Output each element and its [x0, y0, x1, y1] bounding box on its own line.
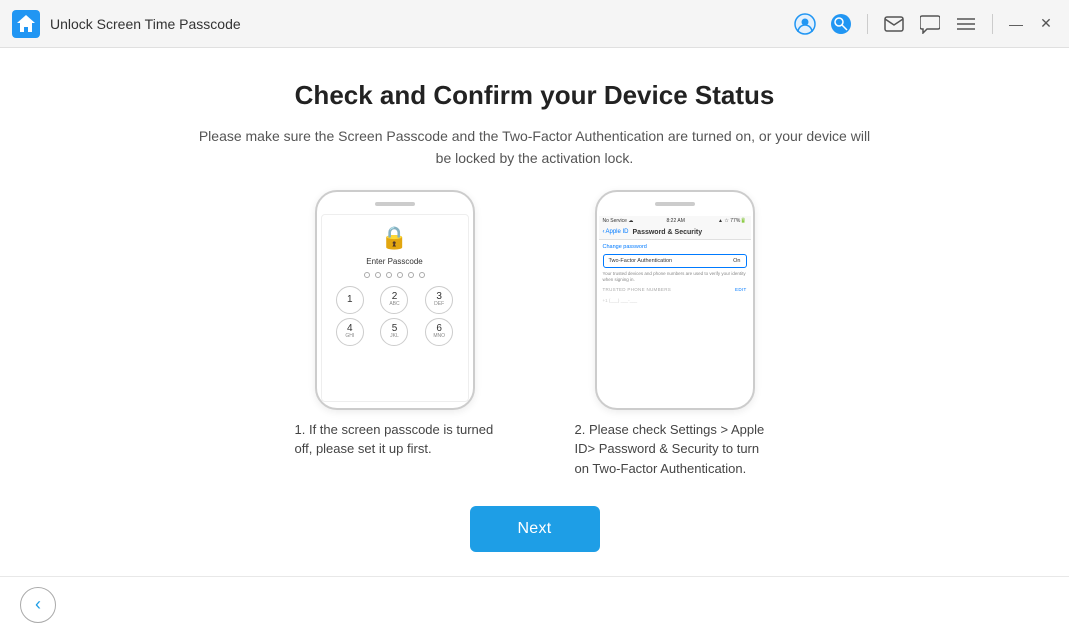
app-icon	[12, 10, 40, 38]
close-button[interactable]: ✕	[1035, 13, 1057, 35]
titlebar-title: Unlock Screen Time Passcode	[50, 16, 791, 32]
back-link: ‹ Apple ID	[603, 229, 629, 235]
separator2	[992, 14, 993, 34]
edit-link: Edit	[735, 287, 746, 292]
separator	[867, 14, 868, 34]
illustrations: 🔒 Enter Passcode 1 2ABC 3DEF 4	[295, 190, 775, 479]
change-password-link: Change password	[603, 244, 747, 250]
mail-button[interactable]	[880, 10, 908, 38]
back-arrow-icon: ‹	[35, 594, 41, 615]
user-account-button[interactable]	[791, 10, 819, 38]
status-center: 8:22 AM	[667, 218, 685, 224]
settings-desc: Your trusted devices and phone numbers a…	[603, 271, 747, 284]
desc-text-2: 2. Please check Settings > Apple ID> Pas…	[575, 420, 775, 479]
main-content: Check and Confirm your Device Status Ple…	[0, 48, 1069, 576]
key-2: 2ABC	[380, 286, 408, 314]
key-6: 6MNO	[425, 318, 453, 346]
settings-status-bar: No Service ☁ 8:22 AM ▲ ☆ 77%🔋	[599, 216, 751, 226]
phone-speaker-settings	[655, 202, 695, 206]
bottom-bar: ‹	[0, 576, 1069, 632]
back-link-text: Apple ID	[606, 229, 629, 235]
dot-1	[364, 272, 370, 278]
phone-frame-settings: No Service ☁ 8:22 AM ▲ ☆ 77%🔋 ‹ Apple ID…	[595, 190, 755, 410]
settings-screen: No Service ☁ 8:22 AM ▲ ☆ 77%🔋 ‹ Apple ID…	[599, 216, 751, 404]
keypad: 1 2ABC 3DEF 4GHI 5JKL 6MNO	[330, 286, 460, 346]
passcode-illustration: 🔒 Enter Passcode 1 2ABC 3DEF 4	[295, 190, 495, 459]
key-5: 5JKL	[380, 318, 408, 346]
page-heading: Check and Confirm your Device Status	[295, 80, 775, 111]
enter-passcode-text: Enter Passcode	[366, 257, 422, 266]
phone-frame-passcode: 🔒 Enter Passcode 1 2ABC 3DEF 4	[315, 190, 475, 410]
desc-text-1: 1. If the screen passcode is turned off,…	[295, 420, 495, 459]
minimize-button[interactable]: —	[1005, 13, 1027, 35]
menu-button[interactable]	[952, 10, 980, 38]
phone-placeholder: +1 (___) ___-___	[603, 298, 747, 304]
status-left: No Service ☁	[603, 218, 634, 224]
status-right: ▲ ☆ 77%🔋	[718, 218, 746, 224]
key-1: 1	[336, 286, 364, 314]
two-factor-value: On	[733, 258, 740, 264]
two-factor-row: Two-Factor Authentication On	[603, 254, 747, 268]
settings-illustration: No Service ☁ 8:22 AM ▲ ☆ 77%🔋 ‹ Apple ID…	[575, 190, 775, 479]
key-3: 3DEF	[425, 286, 453, 314]
dot-4	[397, 272, 403, 278]
back-circle-button[interactable]: ‹	[20, 587, 56, 623]
key-4: 4GHI	[336, 318, 364, 346]
next-button[interactable]: Next	[470, 506, 600, 552]
phone-screen-passcode: 🔒 Enter Passcode 1 2ABC 3DEF 4	[321, 214, 469, 402]
dot-3	[386, 272, 392, 278]
titlebar: Unlock Screen Time Passcode	[0, 0, 1069, 48]
settings-body: Change password Two-Factor Authenticatio…	[599, 240, 751, 309]
next-btn-container: Next	[60, 506, 1009, 552]
dot-6	[419, 272, 425, 278]
titlebar-actions: — ✕	[791, 10, 1057, 38]
settings-nav: ‹ Apple ID Password & Security	[599, 226, 751, 240]
trusted-phone-label: TRUSTED PHONE NUMBERS Edit	[603, 287, 747, 292]
lock-icon: 🔒	[381, 225, 408, 251]
phone-speaker	[375, 202, 415, 206]
chat-button[interactable]	[916, 10, 944, 38]
passcode-dots	[364, 272, 425, 278]
feedback-button[interactable]	[827, 10, 855, 38]
dot-5	[408, 272, 414, 278]
page-subtext: Please make sure the Screen Passcode and…	[195, 125, 875, 170]
dot-2	[375, 272, 381, 278]
two-factor-label: Two-Factor Authentication	[609, 258, 673, 264]
settings-nav-title: Password & Security	[633, 229, 703, 236]
